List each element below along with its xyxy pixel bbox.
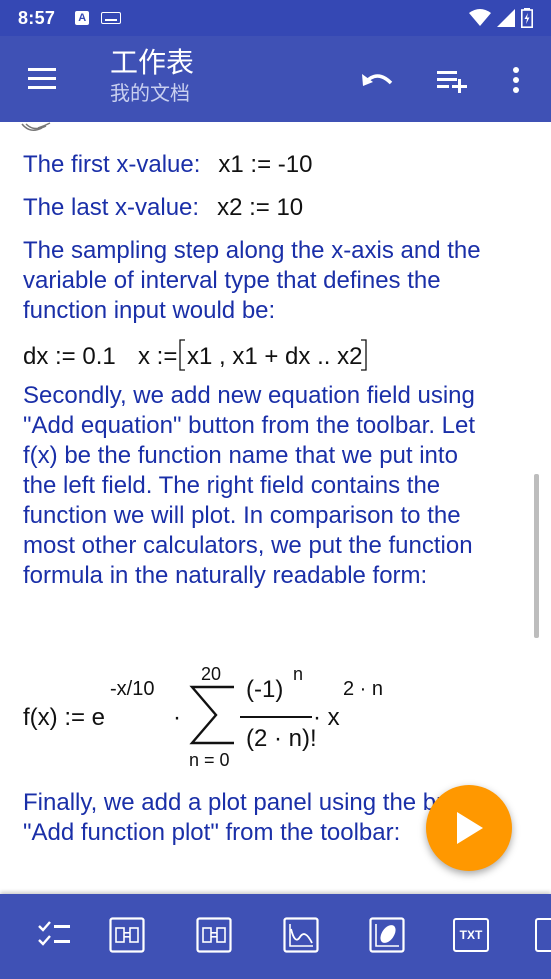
add-parametric-plot-button[interactable] [368,916,406,954]
image-icon [535,918,551,952]
play-icon [457,812,483,844]
wifi-icon [469,9,491,26]
first-value-expr[interactable]: x1 := -10 [218,151,312,178]
add-function-plot-button[interactable] [282,916,320,954]
page-title: 工作表 [110,46,195,79]
text-sampling[interactable]: The sampling step along the x-axis and t… [23,236,493,326]
x-interval: x1 , x1 + dx .. x2 [187,343,363,370]
checklist-button[interactable] [35,916,73,954]
worksheet-content[interactable]: The first x-value: x1 := -10 The last x-v… [0,122,551,894]
formula-exp-sup: -x/10 [110,678,155,700]
fraction-line [240,716,312,718]
menu-icon [28,68,56,71]
battery-icon [521,8,533,28]
txt-icon: TXT [453,918,489,952]
undo-icon [362,74,393,86]
menu-icon [28,86,56,89]
x-lhs: x := [138,343,178,370]
function-plot-icon [283,917,319,953]
signal-icon [497,9,515,27]
sum-lower-limit: n = 0 [189,750,230,770]
x-exponent: 2 · n [343,678,384,700]
bottom-toolbar: TXT [0,894,551,979]
text-line-first[interactable]: The first x-value: x1 := -10 [23,150,493,180]
run-button[interactable] [426,785,512,871]
sum-upper-limit: 20 [201,664,222,684]
last-value-expr[interactable]: x2 := 10 [217,194,303,221]
text-finally[interactable]: Finally, we add a plot panel using the b… [23,788,493,848]
text-secondly[interactable]: Secondly, we add new equation field usin… [23,381,493,591]
playlist-add-icon [437,71,467,93]
app-bar: 工作表 我的文档 [0,36,551,122]
function-equation[interactable]: f(x) := e -x/10 · 20 n = 0 (-1) n (2 · n… [23,664,443,774]
keyboard-icon [101,12,122,24]
denominator: (2 · n)! [246,725,317,752]
add-text-button[interactable]: TXT [452,916,490,954]
add-list-button[interactable] [432,60,472,100]
last-value-label: The last x-value: [23,194,200,221]
drawing-fragment-icon [21,122,51,131]
equation-icon [109,917,145,953]
title-block: 工作表 我的文档 [110,46,194,106]
checklist-icon [38,921,70,946]
menu-button[interactable] [24,64,60,94]
dx-expr: dx := 0.1 [23,343,116,370]
add-equation-alt-button[interactable] [195,916,233,954]
status-bar: 8:57 A [0,0,551,36]
equation-alt-icon [196,917,232,953]
scrollbar[interactable] [534,474,539,638]
formula-lhs: f(x) := e [23,704,106,731]
formula-times-x: · x [313,704,340,731]
more-vert-icon [513,67,519,93]
bracket-left-icon [179,339,185,371]
notification-a-icon: A [75,11,90,25]
undo-button[interactable] [358,60,398,100]
formula-dot-1: · [173,704,181,731]
status-icons [469,8,533,28]
first-value-label: The first x-value: [23,151,201,178]
bracket-right-icon [361,339,367,371]
sigma-icon [189,685,234,745]
numerator-base: (-1) [246,676,284,703]
page-subtitle: 我的文档 [110,81,190,105]
menu-icon [28,77,56,80]
add-image-button[interactable] [535,916,551,954]
more-options-button[interactable] [496,60,536,100]
text-line-last[interactable]: The last x-value: x2 := 10 [23,193,493,223]
parametric-plot-icon [369,917,405,953]
status-time: 8:57 [18,7,56,28]
numerator-sup: n [293,664,304,684]
add-equation-button[interactable] [108,916,146,954]
